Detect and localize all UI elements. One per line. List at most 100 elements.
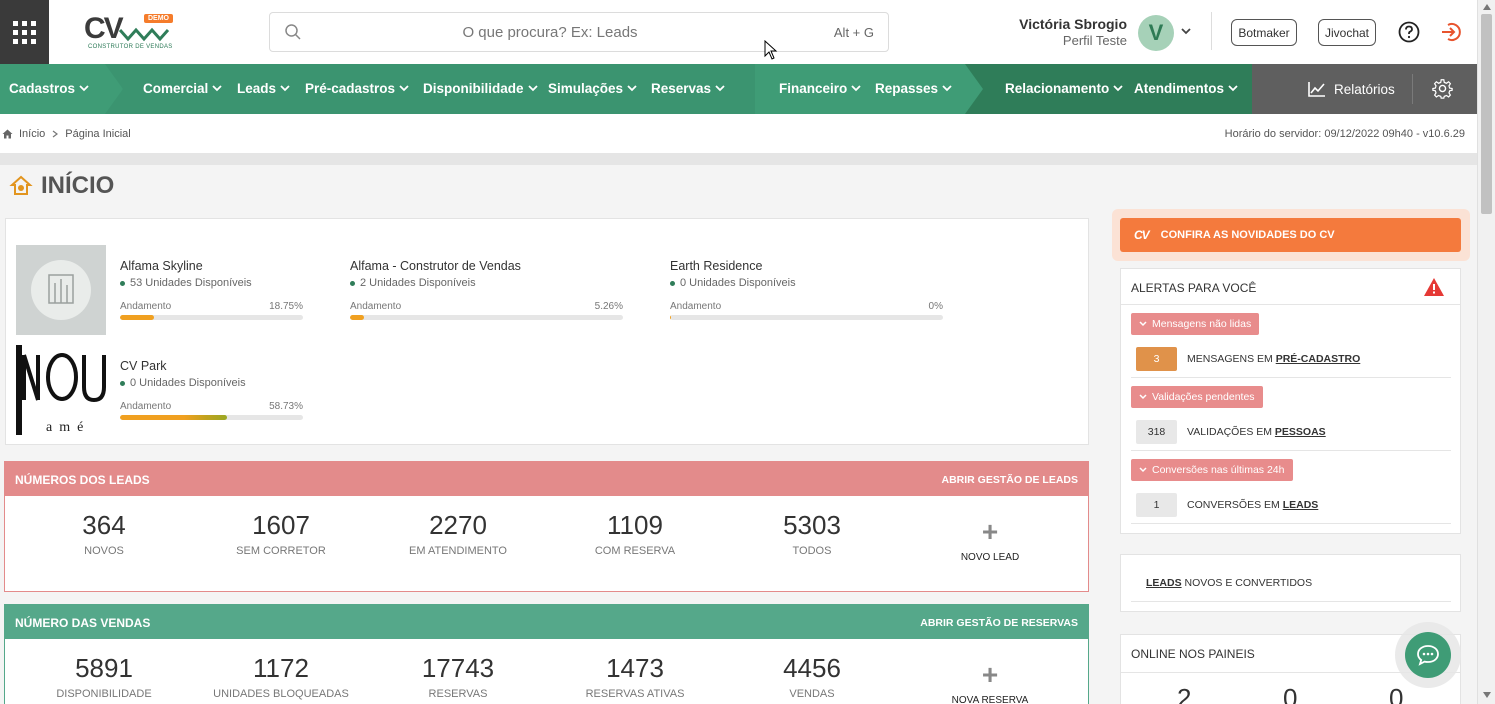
alert-group-toggle[interactable]: Conversões nas últimas 24h: [1131, 459, 1293, 481]
alert-group-toggle[interactable]: Mensagens não lidas: [1131, 313, 1260, 335]
chat-button-inner: [1405, 632, 1451, 678]
project-thumbnail[interactable]: [16, 245, 106, 335]
stat-sem-corretor[interactable]: 1607 SEM CORRETOR: [201, 510, 361, 557]
alert-link[interactable]: LEADS: [1283, 499, 1319, 511]
nav-reservas[interactable]: Reservas: [651, 81, 725, 96]
stat-vendas[interactable]: 4456 VENDAS: [732, 653, 892, 700]
news-banner: CV CONFIRA AS NOVIDADES DO CV: [1112, 209, 1470, 261]
online-title: ONLINE NOS PAINEIS: [1131, 647, 1255, 661]
stat-todos[interactable]: 5303 TODOS: [732, 510, 892, 557]
logo[interactable]: CV DEMO CONSTRUTOR DE VENDAS: [84, 12, 176, 54]
alert-item[interactable]: 3 MENSAGENS EM PRÉ-CADASTRO: [1136, 347, 1360, 371]
project-units-text: 0 Unidades Disponíveis: [680, 277, 796, 289]
nav-relatorios[interactable]: Relatórios: [1308, 81, 1395, 97]
project-thumbnail[interactable]: amé: [16, 345, 106, 435]
divider: [1211, 12, 1212, 50]
nav-relacionamento[interactable]: Relacionamento: [1005, 81, 1123, 96]
page-title: INÍCIO: [9, 172, 114, 200]
alert-link[interactable]: PRÉ-CADASTRO: [1276, 353, 1361, 365]
progress-value: 58.73%: [269, 401, 303, 412]
logout-icon[interactable]: [1440, 21, 1462, 43]
breadcrumb-home[interactable]: Início: [19, 128, 45, 140]
stat-unidades-bloqueadas[interactable]: 1172 UNIDADES BLOQUEADAS: [201, 653, 361, 700]
scroll-down-icon[interactable]: [1483, 692, 1491, 698]
leads-converted-text: LEADS NOVOS E CONVERTIDOS: [1146, 577, 1312, 589]
project-name: CV Park: [120, 359, 167, 373]
open-leads-link[interactable]: ABRIR GESTÃO DE LEADS: [941, 474, 1078, 486]
scrollbar-thumb[interactable]: [1481, 14, 1492, 214]
new-lead-button[interactable]: + NOVO LEAD: [930, 516, 1050, 564]
grid-icon: [13, 20, 36, 44]
stat-value: 1172: [253, 653, 309, 683]
nav-pre-cadastros[interactable]: Pré-cadastros: [305, 81, 409, 96]
alert-link[interactable]: PESSOAS: [1275, 426, 1326, 438]
leads-stats-header: NÚMEROS DOS LEADS ABRIR GESTÃO DE LEADS: [5, 462, 1088, 496]
logo-wave-icon: [118, 27, 170, 42]
nav-label: Leads: [237, 81, 277, 96]
alert-count: 3: [1136, 347, 1177, 371]
stat-disponibilidade[interactable]: 5891 DISPONIBILIDADE: [24, 653, 184, 700]
stat-value: 1473: [606, 653, 664, 683]
gear-icon[interactable]: [1432, 78, 1453, 99]
chat-button[interactable]: [1395, 622, 1461, 688]
search-input[interactable]: [310, 13, 790, 51]
chevron-down-icon: [399, 85, 409, 92]
progress-label: Andamento: [350, 301, 402, 312]
nav-simulacoes[interactable]: Simulações: [548, 81, 637, 96]
main-nav: Cadastros Comercial Leads Pré-cadastros …: [0, 64, 1477, 114]
stat-novos[interactable]: 364 NOVOS: [24, 510, 184, 557]
breadcrumb-bar: Início Página Inicial Horário do servido…: [0, 114, 1477, 153]
nav-label: Simulações: [548, 81, 624, 96]
page-title-text: INÍCIO: [41, 172, 115, 199]
stat-com-reserva[interactable]: 1109 COM RESERVA: [555, 510, 715, 557]
stat-em-atendimento[interactable]: 2270 EM ATENDIMENTO: [378, 510, 538, 557]
progress-fill: [670, 315, 672, 320]
stat-reservas[interactable]: 17743 RESERVAS: [378, 653, 538, 700]
chevron-down-icon: [715, 85, 725, 92]
project-card[interactable]: Alfama Skyline 53 Unidades Disponíveis A…: [120, 259, 303, 320]
alert-item[interactable]: 1 CONVERSÕES EM LEADS: [1136, 493, 1318, 517]
project-card[interactable]: Earth Residence 0 Unidades Disponíveis A…: [670, 259, 943, 320]
plus-icon: +: [981, 516, 999, 547]
stat-label: COM RESERVA: [594, 545, 676, 557]
chart-icon: [1308, 82, 1325, 97]
progress-bar: [350, 315, 623, 320]
project-card[interactable]: CV Park 0 Unidades Disponíveis Andamento…: [120, 359, 303, 420]
open-reservations-link[interactable]: ABRIR GESTÃO DE RESERVAS: [920, 617, 1078, 629]
nav-disponibilidade[interactable]: Disponibilidade: [423, 81, 538, 96]
leads-stats-panel: NÚMEROS DOS LEADS ABRIR GESTÃO DE LEADS …: [4, 461, 1089, 592]
stat-reservas-ativas[interactable]: 1473 RESERVAS ATIVAS: [555, 653, 715, 700]
new-reservation-button[interactable]: + NOVA RESERVA: [930, 661, 1050, 704]
leads-converted-link[interactable]: LEADS: [1146, 577, 1182, 589]
nav-leads[interactable]: Leads: [237, 81, 290, 96]
project-units: 0 Unidades Disponíveis: [120, 377, 303, 389]
global-search[interactable]: Alt + G: [269, 12, 889, 52]
nav-repasses[interactable]: Repasses: [875, 81, 952, 96]
user-info[interactable]: Victória Sbrogio Perfil Teste: [990, 16, 1127, 48]
nav-comercial[interactable]: Comercial: [143, 81, 222, 96]
alert-group-toggle[interactable]: Validações pendentes: [1131, 386, 1263, 408]
nav-financeiro[interactable]: Financeiro: [779, 81, 861, 96]
chevron-down-icon[interactable]: [1180, 26, 1192, 36]
nav-cadastros[interactable]: Cadastros: [9, 81, 89, 96]
nav-atendimentos[interactable]: Atendimentos: [1134, 81, 1238, 96]
alert-count: 318: [1136, 420, 1177, 444]
news-button[interactable]: CV CONFIRA AS NOVIDADES DO CV: [1120, 218, 1461, 252]
alert-item[interactable]: 318 VALIDAÇÕES EM PESSOAS: [1136, 420, 1326, 444]
apps-menu-button[interactable]: [0, 0, 49, 64]
nav-label: Pré-cadastros: [305, 81, 396, 96]
botmaker-button[interactable]: Botmaker: [1231, 19, 1297, 46]
progress-bar: [670, 315, 943, 320]
scroll-up-icon[interactable]: [1483, 4, 1491, 10]
progress-label: Andamento: [670, 301, 722, 312]
project-card[interactable]: Alfama - Construtor de Vendas 2 Unidades…: [350, 259, 623, 320]
help-icon[interactable]: [1398, 21, 1420, 43]
jivochat-button[interactable]: Jivochat: [1318, 19, 1376, 46]
leads-converted-label: NOVOS E CONVERTIDOS: [1184, 577, 1313, 589]
online-value: 2: [1177, 683, 1192, 704]
avatar[interactable]: V: [1138, 15, 1174, 51]
logo-subtitle: CONSTRUTOR DE VENDAS: [88, 44, 173, 50]
divider: [1131, 450, 1451, 451]
stat-value: 364: [82, 510, 126, 540]
page-scrollbar[interactable]: [1477, 0, 1495, 704]
